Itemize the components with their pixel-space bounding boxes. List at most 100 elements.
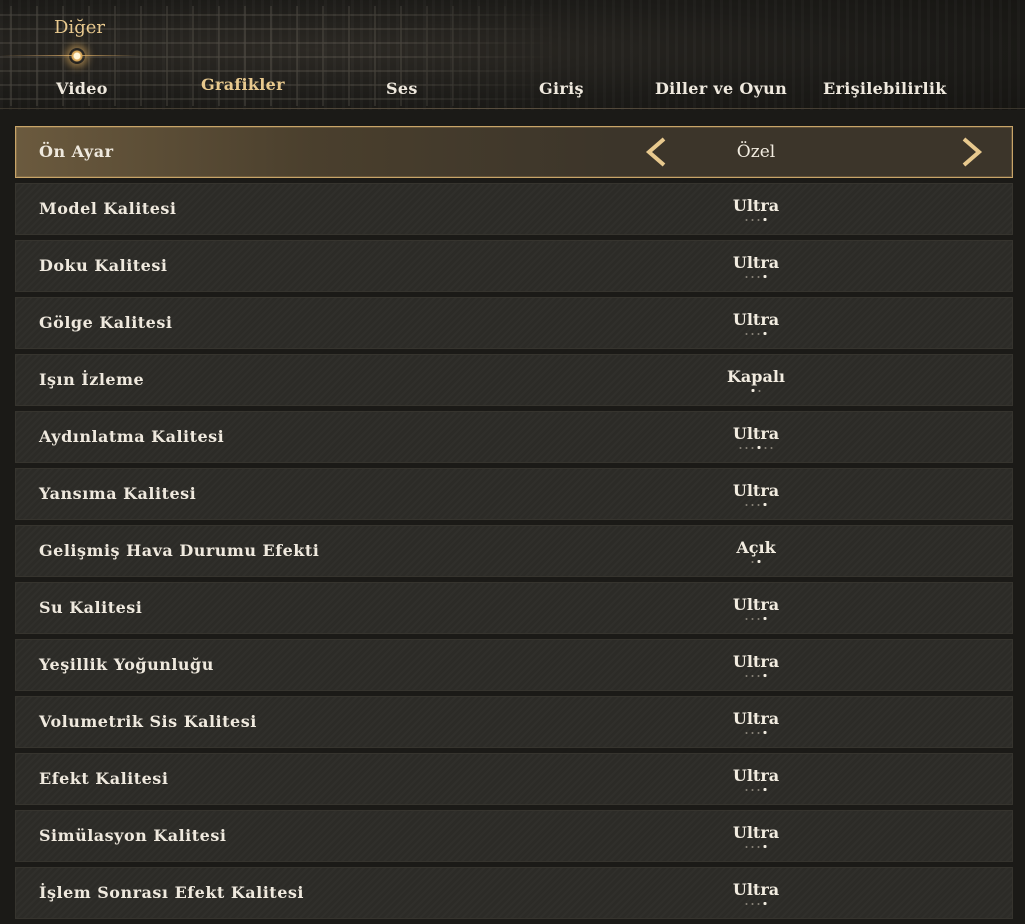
option-indicator bbox=[745, 902, 767, 905]
setting-row[interactable]: Su Kalitesi Ultra bbox=[15, 582, 1013, 634]
option-dot bbox=[751, 275, 754, 278]
setting-value[interactable]: Ultra bbox=[698, 310, 814, 329]
option-indicator bbox=[745, 218, 767, 221]
settings-list: Ön Ayar Özel Model Kalitesi Ultra Doku Kalit… bbox=[15, 126, 1013, 924]
option-indicator bbox=[751, 389, 761, 392]
setting-label: Aydınlatma Kalitesi bbox=[39, 427, 225, 446]
setting-row[interactable]: Işın İzleme Kapalı bbox=[15, 354, 1013, 406]
tab-audio[interactable]: Ses bbox=[386, 79, 418, 98]
setting-value[interactable]: Ultra bbox=[698, 766, 814, 785]
setting-row[interactable]: Gelişmiş Hava Durumu Efekti Açık bbox=[15, 525, 1013, 577]
setting-row[interactable]: İşlem Sonrası Efekt Kalitesi Ultra bbox=[15, 867, 1013, 919]
setting-value[interactable]: Ultra bbox=[698, 253, 814, 272]
option-dot bbox=[739, 446, 742, 449]
setting-label: Efekt Kalitesi bbox=[39, 769, 169, 788]
setting-label: Simülasyon Kalitesi bbox=[39, 826, 227, 845]
category-title[interactable]: Diğer bbox=[54, 17, 105, 38]
option-dot-active bbox=[763, 902, 767, 905]
setting-value[interactable]: Ultra bbox=[698, 652, 814, 671]
option-dot bbox=[745, 788, 748, 791]
setting-row[interactable]: Doku Kalitesi Ultra bbox=[15, 240, 1013, 292]
setting-label: Doku Kalitesi bbox=[39, 256, 168, 275]
option-dot bbox=[757, 275, 760, 278]
option-indicator bbox=[745, 275, 767, 278]
option-dot bbox=[745, 845, 748, 848]
option-dot bbox=[757, 788, 760, 791]
option-dot bbox=[751, 218, 754, 221]
setting-row[interactable]: Simülasyon Kalitesi Ultra bbox=[15, 810, 1013, 862]
setting-row[interactable]: Aydınlatma Kalitesi Ultra bbox=[15, 411, 1013, 463]
setting-value[interactable]: Ultra bbox=[698, 823, 814, 842]
setting-value[interactable]: Ultra bbox=[698, 196, 814, 215]
option-dot-active bbox=[763, 731, 767, 734]
setting-value[interactable]: Özel bbox=[698, 142, 814, 162]
option-indicator bbox=[745, 503, 767, 506]
option-dot-active bbox=[751, 389, 755, 392]
option-dot bbox=[758, 389, 761, 392]
setting-value[interactable]: Ultra bbox=[698, 424, 814, 443]
tab-graphics[interactable]: Grafikler bbox=[201, 75, 285, 94]
option-dot bbox=[751, 560, 754, 563]
previous-option-arrow-icon[interactable] bbox=[642, 136, 670, 168]
setting-row[interactable]: Yansıma Kalitesi Ultra bbox=[15, 468, 1013, 520]
option-dot bbox=[757, 503, 760, 506]
option-dot-active bbox=[763, 218, 767, 221]
option-indicator bbox=[745, 332, 767, 335]
setting-value[interactable]: Ultra bbox=[698, 595, 814, 614]
setting-row[interactable]: Volumetrik Sis Kalitesi Ultra bbox=[15, 696, 1013, 748]
setting-label: Yeşillik Yoğunluğu bbox=[39, 655, 214, 674]
tab-video[interactable]: Video bbox=[56, 79, 108, 98]
option-dot bbox=[751, 788, 754, 791]
setting-label: Yansıma Kalitesi bbox=[39, 484, 197, 503]
option-dot bbox=[751, 332, 754, 335]
setting-row[interactable]: Yeşillik Yoğunluğu Ultra bbox=[15, 639, 1013, 691]
option-dot bbox=[757, 617, 760, 620]
tab-accessibility[interactable]: Erişilebilirlik bbox=[823, 79, 947, 98]
header-divider bbox=[0, 108, 1025, 109]
option-dot-active bbox=[757, 446, 761, 449]
setting-value[interactable]: Ultra bbox=[698, 880, 814, 899]
setting-row[interactable]: Gölge Kalitesi Ultra bbox=[15, 297, 1013, 349]
option-dot bbox=[745, 503, 748, 506]
option-dot-active bbox=[763, 617, 767, 620]
option-indicator bbox=[745, 845, 767, 848]
setting-row[interactable]: Efekt Kalitesi Ultra bbox=[15, 753, 1013, 805]
setting-value[interactable]: Ultra bbox=[698, 709, 814, 728]
option-indicator bbox=[739, 446, 773, 449]
option-dot bbox=[757, 332, 760, 335]
option-dot bbox=[757, 674, 760, 677]
option-dot bbox=[751, 503, 754, 506]
next-option-arrow-icon[interactable] bbox=[958, 136, 986, 168]
option-dot-active bbox=[763, 845, 767, 848]
setting-row[interactable]: Model Kalitesi Ultra bbox=[15, 183, 1013, 235]
setting-value[interactable]: Kapalı bbox=[698, 367, 814, 386]
option-indicator bbox=[745, 674, 767, 677]
option-indicator bbox=[745, 617, 767, 620]
option-dot bbox=[770, 446, 773, 449]
option-dot bbox=[745, 275, 748, 278]
setting-label: Volumetrik Sis Kalitesi bbox=[39, 712, 257, 731]
option-dot-active bbox=[763, 674, 767, 677]
option-dot bbox=[757, 845, 760, 848]
settings-header: Diğer Video Grafikler Ses Giriş Diller v… bbox=[0, 0, 1025, 110]
setting-label: Gelişmiş Hava Durumu Efekti bbox=[39, 541, 320, 560]
tab-input[interactable]: Giriş bbox=[539, 79, 584, 98]
setting-value[interactable]: Ultra bbox=[698, 481, 814, 500]
setting-row[interactable]: Ön Ayar Özel bbox=[15, 126, 1013, 178]
option-dot-active bbox=[757, 560, 761, 563]
option-dot bbox=[757, 218, 760, 221]
option-indicator bbox=[751, 560, 761, 563]
tab-language-game[interactable]: Diller ve Oyun bbox=[655, 79, 787, 98]
option-dot-active bbox=[763, 503, 767, 506]
option-dot bbox=[745, 332, 748, 335]
category-marker-icon bbox=[69, 48, 85, 64]
setting-value[interactable]: Açık bbox=[698, 538, 814, 557]
option-dot bbox=[745, 617, 748, 620]
setting-label: Ön Ayar bbox=[39, 142, 114, 161]
setting-label: Model Kalitesi bbox=[39, 199, 177, 218]
option-dot bbox=[745, 218, 748, 221]
option-dot bbox=[757, 731, 760, 734]
option-dot bbox=[745, 902, 748, 905]
option-dot bbox=[751, 845, 754, 848]
option-dot bbox=[745, 446, 748, 449]
